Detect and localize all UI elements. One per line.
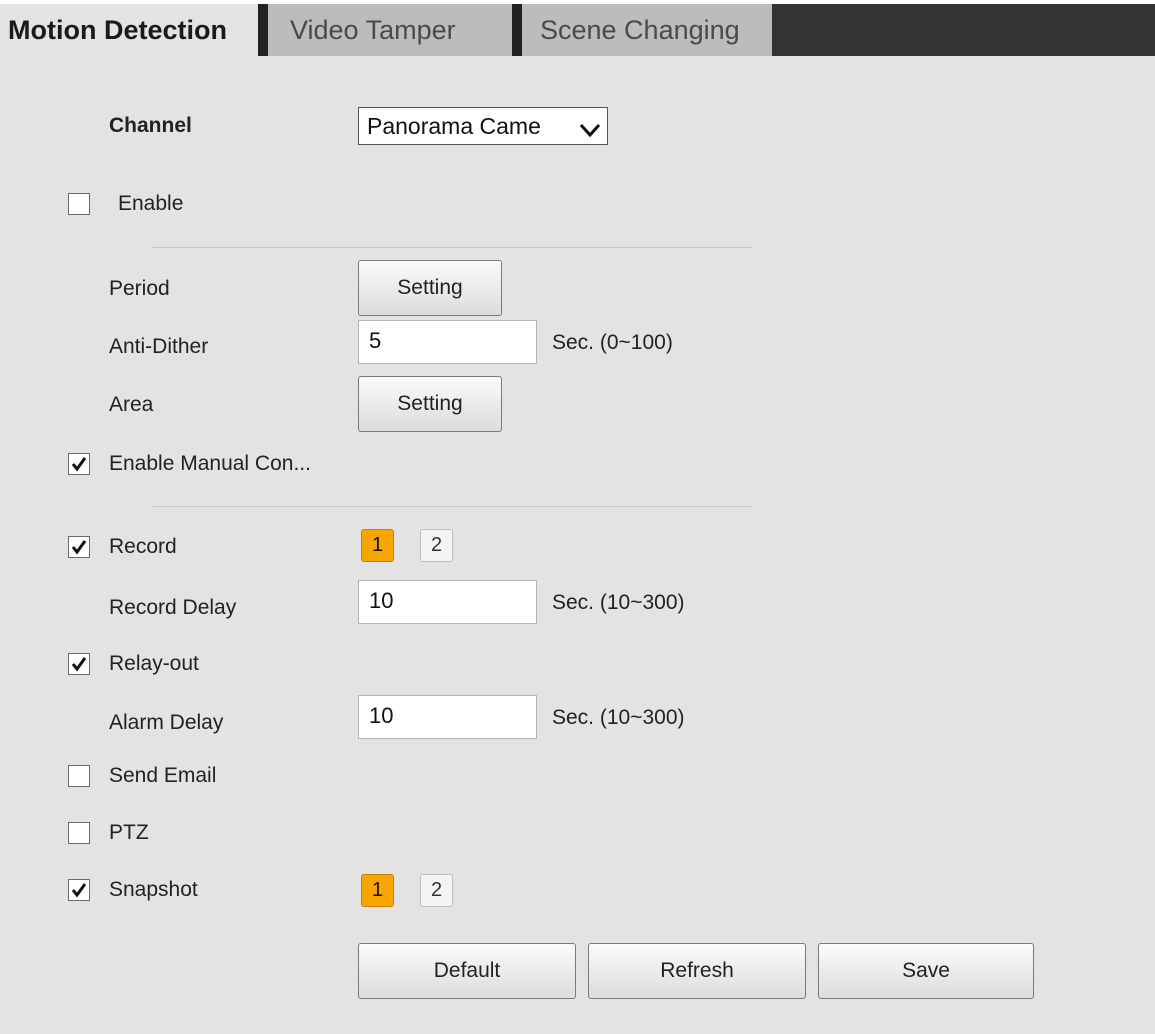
channel-select-value: Panorama Came [367, 113, 541, 139]
record-delay-input[interactable]: 10 [358, 580, 537, 624]
manual-control-checkbox[interactable] [68, 453, 90, 475]
area-label: Area [109, 393, 154, 416]
ptz-checkbox[interactable] [68, 822, 90, 844]
anti-dither-label: Anti-Dither [109, 335, 209, 358]
send-email-label: Send Email [109, 764, 217, 787]
checkmark-icon [71, 657, 87, 672]
record-delay-unit: Sec. (10~300) [552, 591, 685, 614]
checkmark-icon [71, 457, 87, 472]
record-channel-1[interactable]: 1 [361, 529, 394, 562]
anti-dither-unit: Sec. (0~100) [552, 331, 673, 354]
tab-scene-changing[interactable]: Scene Changing [522, 4, 772, 56]
snapshot-channel-2[interactable]: 2 [420, 874, 453, 907]
save-button[interactable]: Save [818, 943, 1034, 999]
tab-bar-filler [772, 4, 1155, 56]
refresh-button[interactable]: Refresh [588, 943, 806, 999]
checkmark-icon [71, 883, 87, 898]
alarm-delay-label: Alarm Delay [109, 711, 224, 734]
tab-bar: Motion Detection Video Tamper Scene Chan… [0, 0, 1155, 56]
tab-video-tamper[interactable]: Video Tamper [268, 4, 512, 56]
manual-control-label: Enable Manual Con... [109, 452, 311, 475]
alarm-delay-unit: Sec. (10~300) [552, 706, 685, 729]
motion-detection-page: Motion Detection Video Tamper Scene Chan… [0, 0, 1155, 1034]
snapshot-checkbox[interactable] [68, 879, 90, 901]
alarm-delay-input[interactable]: 10 [358, 695, 537, 739]
channel-select[interactable]: Panorama Came [358, 107, 608, 145]
relay-out-checkbox[interactable] [68, 653, 90, 675]
snapshot-channel-1[interactable]: 1 [361, 874, 394, 907]
ptz-label: PTZ [109, 821, 149, 844]
tab-separator [512, 4, 522, 56]
record-checkbox[interactable] [68, 536, 90, 558]
chevron-down-icon [579, 117, 601, 144]
channel-label: Channel [109, 114, 192, 137]
period-label: Period [109, 277, 170, 300]
enable-checkbox[interactable] [68, 193, 90, 215]
tab-separator [258, 4, 268, 56]
checkmark-icon [71, 540, 87, 555]
record-label: Record [109, 535, 177, 558]
section-divider [152, 247, 752, 248]
relay-out-label: Relay-out [109, 652, 199, 675]
enable-label: Enable [118, 192, 184, 215]
anti-dither-input[interactable]: 5 [358, 320, 537, 364]
send-email-checkbox[interactable] [68, 765, 90, 787]
record-channel-2[interactable]: 2 [420, 529, 453, 562]
default-button[interactable]: Default [358, 943, 576, 999]
snapshot-label: Snapshot [109, 878, 198, 901]
section-divider [152, 506, 752, 507]
tab-motion-detection[interactable]: Motion Detection [0, 4, 258, 56]
area-setting-button[interactable]: Setting [358, 376, 502, 432]
period-setting-button[interactable]: Setting [358, 260, 502, 316]
record-delay-label: Record Delay [109, 596, 237, 619]
